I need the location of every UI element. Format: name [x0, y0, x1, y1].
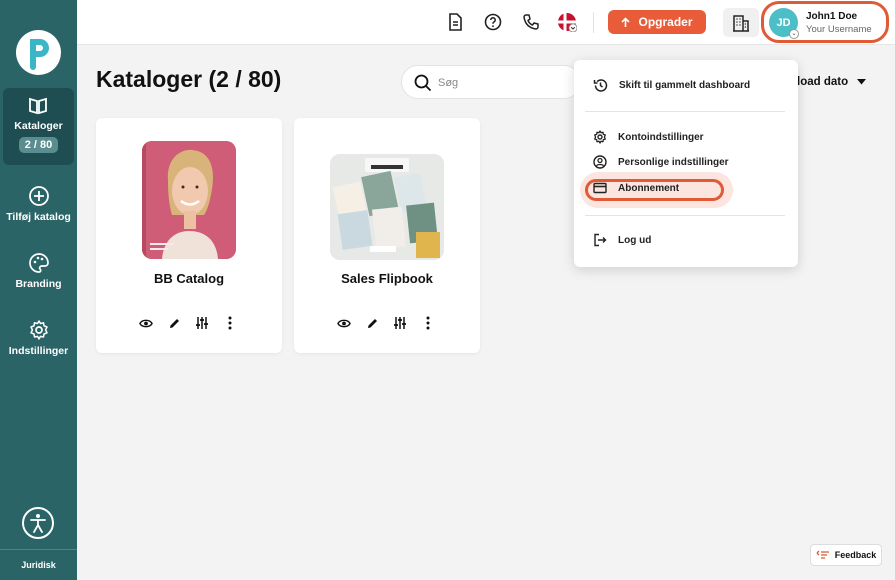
catalog-thumbnail[interactable]	[330, 154, 444, 260]
sidebar: Kataloger 2 / 80 Tilføj katalog Branding…	[0, 0, 77, 580]
eye-icon[interactable]	[139, 316, 153, 330]
accessibility-icon	[30, 514, 46, 533]
user-username: Your Username	[806, 24, 872, 35]
sidebar-divider	[0, 549, 77, 550]
history-icon	[593, 78, 608, 92]
plus-circle-icon	[28, 186, 49, 206]
credit-card-icon	[593, 182, 607, 194]
feedback-button[interactable]: Feedback	[810, 544, 882, 566]
more-options-icon[interactable]	[223, 316, 237, 330]
more-options-icon[interactable]	[421, 316, 435, 330]
legal-link[interactable]: Juridisk	[0, 560, 77, 570]
menu-divider	[585, 215, 785, 216]
sidebar-item-settings[interactable]: Indstillinger	[0, 319, 77, 357]
search-input[interactable]	[438, 73, 568, 93]
user-circle-icon	[593, 155, 607, 169]
catalog-actions	[337, 316, 437, 330]
menu-item-subscription[interactable]: Abonnement	[593, 180, 679, 196]
edit-icon[interactable]	[167, 316, 181, 330]
catalog-count-badge: 2 / 80	[18, 137, 59, 153]
help-icon[interactable]	[483, 12, 503, 32]
sidebar-item-label: Branding	[15, 278, 62, 290]
logout-icon	[594, 233, 607, 247]
sidebar-item-label: Tilføj katalog	[6, 211, 71, 223]
menu-item-label: Abonnement	[618, 182, 680, 194]
sliders-icon[interactable]	[195, 316, 209, 330]
book-icon	[28, 97, 47, 115]
upgrade-button[interactable]: Opgrader	[608, 10, 706, 34]
search-box	[401, 65, 581, 99]
menu-item-label: Personlige indstillinger	[618, 156, 729, 168]
catalog-title: BB Catalog	[153, 271, 225, 286]
logo-icon	[29, 38, 49, 70]
catalog-thumbnail[interactable]	[142, 141, 236, 259]
menu-item-account-settings[interactable]: Kontoindstillinger	[593, 129, 704, 145]
accessibility-button[interactable]	[22, 507, 54, 539]
sidebar-item-branding[interactable]: Branding	[0, 252, 77, 290]
feedback-label: Feedback	[834, 550, 877, 560]
eye-icon[interactable]	[337, 316, 351, 330]
menu-item-label: Log ud	[618, 234, 652, 246]
catalog-card[interactable]: BB Catalog	[96, 118, 282, 353]
sidebar-item-add-catalog[interactable]: Tilføj katalog	[0, 185, 77, 223]
sidebar-item-label: Indstillinger	[8, 345, 69, 357]
palette-icon	[28, 253, 49, 273]
topbar-separator	[593, 12, 594, 33]
topbar: Opgrader JD ⌄ John1 Doe Your Username	[77, 0, 895, 45]
menu-item-label: Kontoindstillinger	[618, 131, 704, 143]
chevron-down-icon: ⌄	[789, 29, 799, 39]
sort-label: load dato	[797, 76, 849, 88]
catalog-title: Sales Flipbook	[341, 271, 433, 286]
organization-button[interactable]	[723, 8, 759, 37]
phone-icon[interactable]	[521, 12, 541, 32]
caret-down-icon	[857, 79, 867, 85]
user-menu-button[interactable]: JD ⌄ John1 Doe Your Username	[761, 1, 889, 43]
menu-divider	[585, 111, 785, 112]
page-title: Kataloger (2 / 80)	[96, 66, 282, 92]
catalog-card[interactable]: Sales Flipbook	[294, 118, 480, 353]
arrow-up-icon	[621, 16, 631, 27]
sliders-icon[interactable]	[393, 316, 407, 330]
gear-icon	[29, 320, 48, 340]
building-icon	[733, 14, 749, 32]
sidebar-item-kataloger[interactable]: Kataloger 2 / 80	[3, 88, 74, 165]
menu-item-logout[interactable]: Log ud	[593, 232, 651, 248]
menu-item-label: Skift til gammelt dashboard	[619, 79, 751, 91]
sidebar-item-label: Kataloger	[14, 120, 63, 132]
user-dropdown-menu: Skift til gammelt dashboard Kontoindstil…	[574, 60, 798, 267]
upgrade-label: Opgrader	[638, 15, 693, 29]
gear-icon	[594, 130, 606, 144]
menu-item-personal-settings[interactable]: Personlige indstillinger	[593, 154, 729, 170]
edit-icon[interactable]	[365, 316, 379, 330]
app-logo[interactable]	[16, 30, 61, 75]
sort-dropdown[interactable]: load dato	[797, 76, 867, 88]
document-icon[interactable]	[445, 12, 465, 32]
feedback-icon	[816, 550, 829, 559]
user-name: John1 Doe	[806, 11, 858, 22]
language-flag-icon[interactable]	[557, 12, 577, 32]
menu-item-old-dashboard[interactable]: Skift til gammelt dashboard	[593, 77, 750, 93]
catalog-actions	[139, 316, 239, 330]
search-icon	[414, 74, 432, 92]
